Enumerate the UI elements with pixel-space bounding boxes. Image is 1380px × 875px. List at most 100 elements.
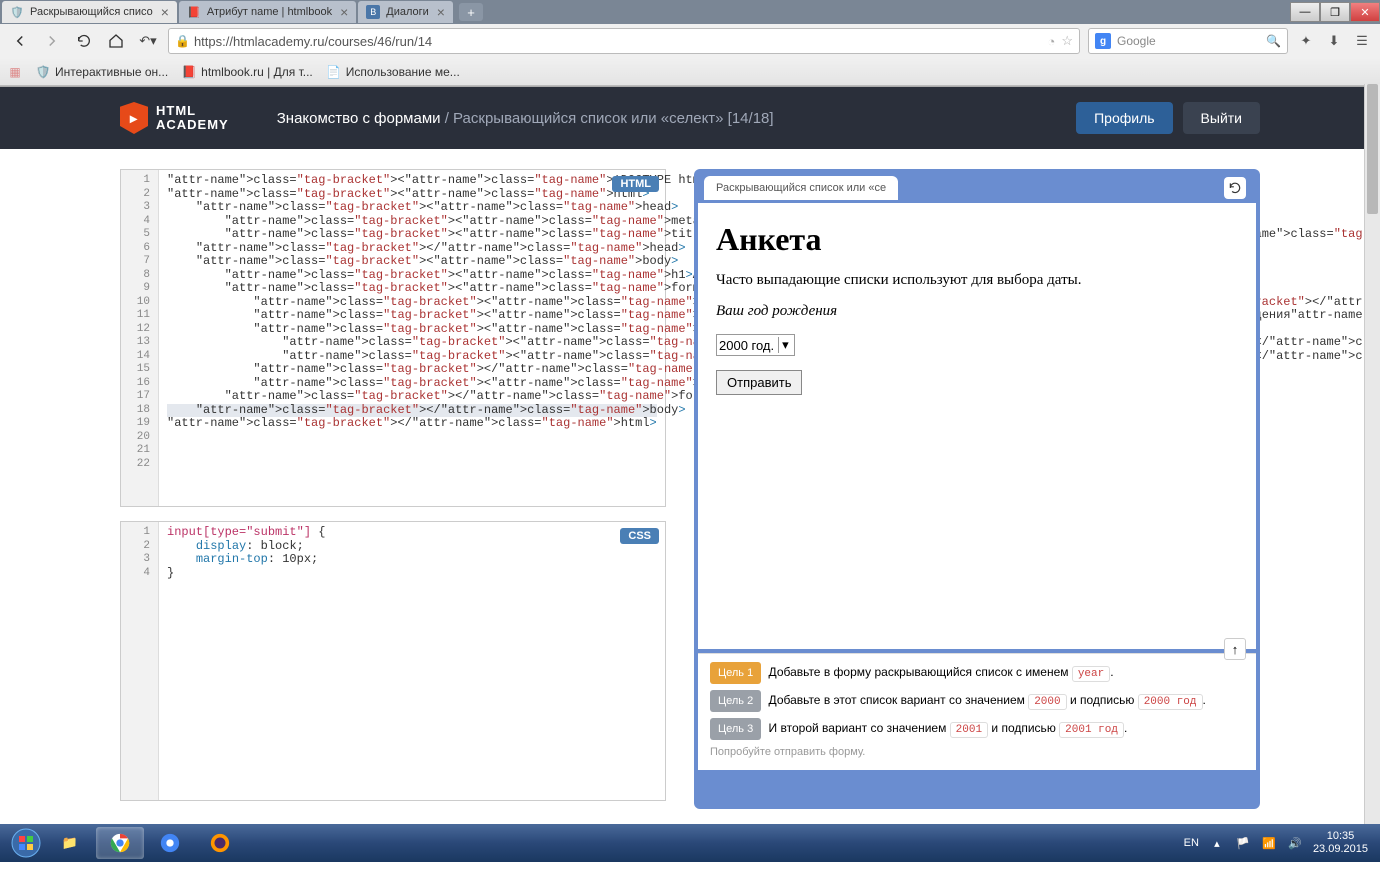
bookmark-label: Интерактивные он...	[55, 65, 168, 79]
scrollbar-thumb[interactable]	[1367, 84, 1378, 214]
profile-button[interactable]: Профиль	[1076, 102, 1172, 134]
breadcrumb: Знакомство с формами / Раскрывающийся сп…	[277, 110, 774, 127]
tab-title: Атрибут name | htmlbook	[207, 6, 332, 18]
tray-show-hidden-icon[interactable]: ▴	[1209, 835, 1225, 851]
bookmark-item[interactable]: 📕 htmlbook.ru | Для т...	[182, 65, 313, 79]
lesson-name: Раскрывающийся список или «селект» [14/1…	[453, 110, 774, 127]
start-button[interactable]	[6, 824, 46, 862]
goals-hint: Попробуйте отправить форму.	[710, 746, 1244, 758]
history-button[interactable]: ↶▾	[136, 29, 160, 53]
bookmark-favicon: 📕	[182, 65, 196, 79]
bookmark-item[interactable]: 📄 Использование ме...	[327, 65, 460, 79]
goal-badge: Цель 1	[710, 662, 761, 684]
css-editor[interactable]: CSS 1234 input[type="submit"] { display:…	[120, 521, 666, 801]
close-icon[interactable]: ×	[437, 4, 445, 20]
chrome-task-icon[interactable]	[96, 827, 144, 859]
goal-item: Цель 3 И второй вариант со значением 200…	[710, 718, 1244, 740]
firefox-task-icon[interactable]	[196, 827, 244, 859]
chevron-down-icon: ▾	[778, 337, 792, 353]
bookmark-label: Использование ме...	[346, 65, 460, 79]
browser-tab[interactable]: B Диалоги ×	[358, 1, 453, 23]
css-code-area[interactable]: input[type="submit"] { display: block; m…	[121, 522, 665, 584]
language-indicator[interactable]: EN	[1184, 837, 1199, 849]
time-text: 10:35	[1313, 830, 1368, 843]
course-name[interactable]: Знакомство с формами	[277, 110, 441, 127]
goal-badge: Цель 2	[710, 690, 761, 712]
chrome-canary-task-icon[interactable]	[146, 827, 194, 859]
refresh-button[interactable]	[1224, 177, 1246, 199]
menu-icon[interactable]: ☰	[1352, 31, 1372, 51]
html-editor[interactable]: HTML 12345678910111213141516171819202122…	[120, 169, 666, 507]
home-button[interactable]	[104, 29, 128, 53]
page-header: ▸ HTML ACADEMY Знакомство с формами / Ра…	[0, 87, 1380, 149]
forward-button[interactable]	[40, 29, 64, 53]
sync-icon[interactable]: ◔	[1047, 34, 1055, 49]
new-tab-button[interactable]: +	[459, 3, 483, 21]
maximize-button[interactable]: ❐	[1320, 2, 1350, 22]
minimize-button[interactable]: —	[1290, 2, 1320, 22]
htmlacademy-favicon: 🛡️	[10, 5, 24, 19]
bookmark-favicon: 📄	[327, 65, 341, 79]
goal-code: 2001 год	[1059, 722, 1124, 738]
tray-flag-icon[interactable]: 🏳️	[1235, 835, 1251, 851]
bookmarks-bar: ▦ 🛡️ Интерактивные он... 📕 htmlbook.ru |…	[0, 58, 1380, 86]
bookmark-favicon: 🛡️	[36, 65, 50, 79]
preview-paragraph: Часто выпадающие списки используют для в…	[716, 272, 1238, 289]
html-badge: HTML	[612, 176, 659, 192]
bookmark-item[interactable]: 🛡️ Интерактивные он...	[36, 65, 168, 79]
search-placeholder: Google	[1117, 34, 1156, 48]
header-actions: Профиль Выйти	[1076, 102, 1260, 134]
year-select[interactable]: 2000 год. ▾	[716, 334, 795, 356]
preview-body: Анкета Часто выпадающие списки использую…	[698, 203, 1256, 649]
close-icon[interactable]: ×	[340, 4, 348, 20]
css-badge: CSS	[620, 528, 659, 544]
submit-button[interactable]: Отправить	[716, 370, 802, 395]
logo-shield-icon: ▸	[120, 102, 148, 134]
goal-item: Цель 1 Добавьте в форму раскрывающийся с…	[710, 662, 1244, 684]
search-icon[interactable]: 🔍	[1266, 34, 1281, 48]
preview-tabs: Раскрывающийся список или «се	[694, 169, 1260, 203]
reload-button[interactable]	[72, 29, 96, 53]
goal-item: Цель 2 Добавьте в этот список вариант со…	[710, 690, 1244, 712]
preview-tab[interactable]: Раскрывающийся список или «се	[704, 176, 898, 200]
browser-tabs-bar: 🛡️ Раскрывающийся списо × 📕 Атрибут name…	[0, 0, 1380, 24]
tray-volume-icon[interactable]: 🔊	[1287, 835, 1303, 851]
explorer-task-icon[interactable]: 📁	[46, 827, 94, 859]
windows-taskbar: 📁 EN ▴ 🏳️ 📶 🔊 10:35 23.09.2015	[0, 824, 1380, 862]
google-icon: g	[1095, 33, 1111, 49]
browser-tab-active[interactable]: 🛡️ Раскрывающийся списо ×	[2, 1, 177, 23]
goal-code: 2000 год	[1138, 694, 1203, 710]
close-icon[interactable]: ×	[161, 4, 169, 20]
separator: /	[441, 110, 454, 127]
scroll-up-button[interactable]: ↑	[1224, 638, 1246, 660]
lock-icon: 🔒	[175, 34, 190, 48]
select-value: 2000 год.	[719, 338, 774, 353]
browser-tab[interactable]: 📕 Атрибут name | htmlbook ×	[179, 1, 356, 23]
page-scrollbar[interactable]	[1364, 84, 1380, 862]
htmlacademy-logo[interactable]: ▸ HTML ACADEMY	[120, 102, 229, 134]
logout-button[interactable]: Выйти	[1183, 102, 1260, 134]
logo-text-2: ACADEMY	[156, 118, 229, 132]
htmlbook-favicon: 📕	[187, 5, 201, 19]
preview-panel: Раскрывающийся список или «се Анкета Час…	[694, 169, 1260, 809]
tray-network-icon[interactable]: 📶	[1261, 835, 1277, 851]
search-box[interactable]: g Google 🔍	[1088, 28, 1288, 54]
preview-label: Ваш год рождения	[716, 303, 1238, 320]
url-text: https://htmlacademy.ru/courses/46/run/14	[194, 34, 432, 49]
url-bar[interactable]: 🔒 https://htmlacademy.ru/courses/46/run/…	[168, 28, 1080, 54]
tab-title: Раскрывающийся списо	[30, 6, 153, 18]
line-gutter: 1234	[121, 522, 159, 800]
logo-text-1: HTML	[156, 104, 229, 118]
most-visited-icon[interactable]: ▦	[8, 65, 22, 79]
clock[interactable]: 10:35 23.09.2015	[1313, 830, 1374, 856]
bookmark-label: htmlbook.ru | Для т...	[201, 65, 313, 79]
tab-title: Диалоги	[386, 6, 429, 18]
downloads-icon[interactable]: ⬇	[1324, 31, 1344, 51]
extensions-icon[interactable]: ✦	[1296, 31, 1316, 51]
goal-code: year	[1072, 666, 1110, 682]
goal-code: 2001	[950, 722, 988, 738]
close-window-button[interactable]: ✕	[1350, 2, 1380, 22]
html-code-area[interactable]: "attr-name">class="tag-bracket"><"attr-n…	[121, 170, 665, 435]
back-button[interactable]	[8, 29, 32, 53]
star-icon[interactable]: ☆	[1061, 33, 1073, 49]
